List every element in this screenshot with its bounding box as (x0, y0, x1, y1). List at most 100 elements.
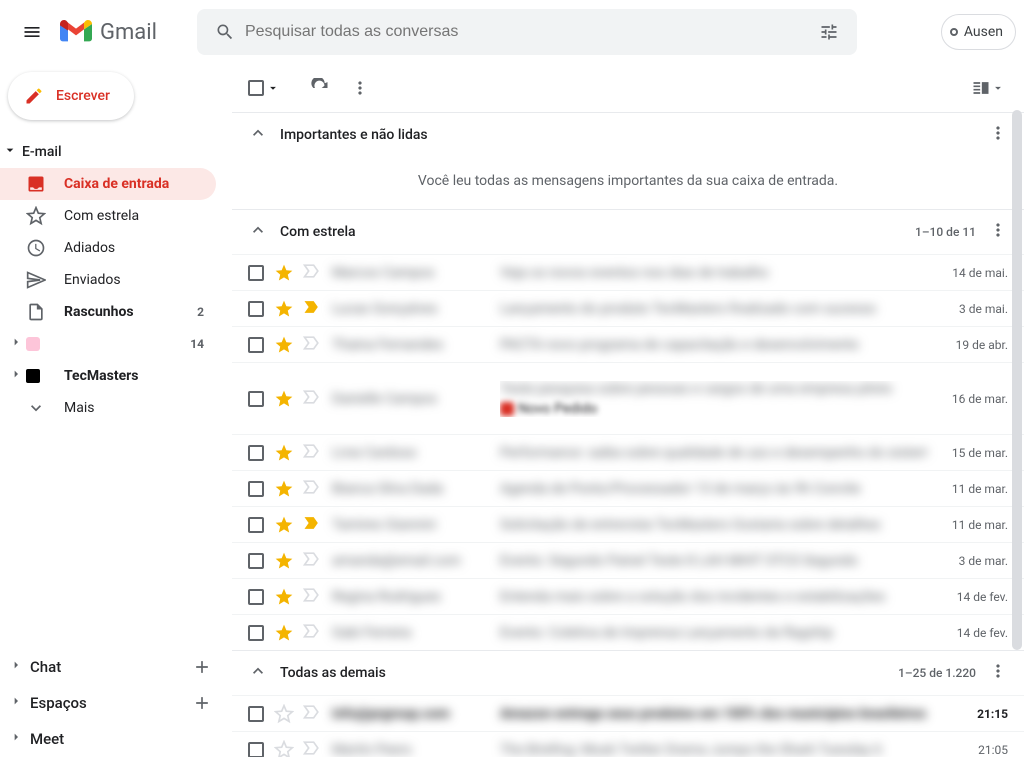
email-row[interactable]: Gabi Ferreira Evento: Coletiva de Impren… (232, 614, 1024, 650)
star-button[interactable] (274, 704, 294, 724)
row-checkbox[interactable] (248, 517, 264, 533)
row-checkbox[interactable] (248, 391, 264, 407)
important-marker[interactable] (302, 621, 320, 645)
nav-drafts[interactable]: Rascunhos 2 (0, 296, 216, 328)
row-checkbox[interactable] (248, 742, 264, 757)
important-marker[interactable] (302, 477, 320, 501)
select-all-checkbox[interactable] (248, 78, 280, 98)
nav-chat[interactable]: Chat (0, 649, 228, 685)
email-row[interactable]: Thaina Fernandes PACTA novo programa de … (232, 326, 1024, 362)
search-bar[interactable] (197, 9, 857, 55)
star-button[interactable] (274, 299, 294, 319)
important-marker[interactable] (302, 387, 320, 411)
section-collapse-button[interactable] (248, 661, 268, 685)
important-marker[interactable] (302, 333, 320, 357)
main-menu-button[interactable] (8, 8, 56, 56)
email-row[interactable]: info@prgroup.com Amazon entrega seus pro… (232, 695, 1024, 731)
row-checkbox[interactable] (248, 265, 264, 281)
nav-label-pink[interactable]: 14 (0, 328, 216, 360)
section-collapse-button[interactable] (248, 220, 268, 244)
section-more-button[interactable] (988, 220, 1008, 244)
row-checkbox[interactable] (248, 445, 264, 461)
send-icon (26, 270, 46, 290)
split-pane-button[interactable] (968, 68, 1008, 108)
gmail-logo-text: Gmail (100, 20, 157, 45)
search-icon[interactable] (205, 22, 245, 42)
section-more-button[interactable] (988, 123, 1008, 147)
star-button[interactable] (274, 443, 294, 463)
inbox-icon (26, 174, 46, 194)
star-button[interactable] (274, 551, 294, 571)
section-collapse-button[interactable] (248, 123, 268, 147)
dropdown-icon (991, 78, 1005, 98)
email-row[interactable]: Lucas Gonçalves Lançamento do produto Te… (232, 290, 1024, 326)
important-marker[interactable] (302, 738, 320, 757)
nav-more[interactable]: Mais (0, 392, 216, 424)
sidebar: Escrever E-mail Caixa de entrada Com est… (0, 64, 228, 757)
email-date: 11 de mar. (928, 482, 1008, 496)
row-checkbox[interactable] (248, 301, 264, 317)
email-row[interactable]: Marcos Campos Veja os novos eventos nos … (232, 254, 1024, 290)
scrollbar-thumb[interactable] (1012, 110, 1022, 650)
section-more-button[interactable] (988, 661, 1008, 685)
email-row[interactable]: Danielle Campos Teste pesquisa sobre pes… (232, 362, 1024, 434)
gmail-logo[interactable]: Gmail (60, 20, 157, 45)
refresh-button[interactable] (300, 68, 340, 108)
row-checkbox[interactable] (248, 589, 264, 605)
star-button[interactable] (274, 623, 294, 643)
email-row[interactable]: Livia Cardoso Performance: saiba sobre q… (232, 434, 1024, 470)
chevron-down-icon (2, 142, 18, 158)
important-marker[interactable] (302, 585, 320, 609)
email-sender: Tamires Giannini (332, 517, 500, 533)
email-sender: Regina Rodrigues (332, 589, 500, 605)
pencil-icon (24, 86, 44, 106)
row-checkbox[interactable] (248, 625, 264, 641)
nav-snoozed[interactable]: Adiados (0, 232, 216, 264)
important-marker[interactable] (302, 441, 320, 465)
more-button[interactable] (340, 68, 380, 108)
important-marker[interactable] (302, 549, 320, 573)
star-button[interactable] (274, 263, 294, 283)
important-marker[interactable] (302, 513, 320, 537)
status-button[interactable]: Ausen (941, 14, 1016, 50)
star-button[interactable] (274, 515, 294, 535)
star-button[interactable] (274, 740, 294, 757)
email-row[interactable]: amanda@email.com Evento: Segundo Painel … (232, 542, 1024, 578)
row-checkbox[interactable] (248, 337, 264, 353)
search-options-button[interactable] (809, 22, 849, 42)
email-row[interactable]: Regina Rodrigues Entenda mais sobre a so… (232, 578, 1024, 614)
star-button[interactable] (274, 335, 294, 355)
chat-add-button[interactable] (188, 653, 216, 681)
refresh-icon (310, 78, 330, 98)
email-row[interactable]: Bianca Silva Dada Agenda de Ponto/Proces… (232, 470, 1024, 506)
star-button[interactable] (274, 479, 294, 499)
email-subject: Lançamento do produto TecMasters finaliz… (500, 301, 928, 317)
section-empty-message: Você leu todas as mensagens importantes … (232, 157, 1024, 209)
nav-section-email[interactable]: E-mail (0, 136, 228, 168)
important-marker[interactable] (302, 702, 320, 726)
compose-button[interactable]: Escrever (8, 72, 134, 120)
label-color-icon (26, 337, 40, 351)
nav-espacos[interactable]: Espaços (0, 685, 228, 721)
row-checkbox[interactable] (248, 553, 264, 569)
nav-meet[interactable]: Meet (0, 721, 228, 757)
nav-sent[interactable]: Enviados (0, 264, 216, 296)
nav-inbox[interactable]: Caixa de entrada (0, 168, 216, 200)
chevron-right-icon (8, 693, 24, 709)
nav-label-tecmasters[interactable]: TecMasters (0, 360, 216, 392)
section-title: Todas as demais (280, 665, 386, 681)
attachment-chip[interactable]: Novo Pedido (500, 401, 597, 417)
email-row[interactable]: Tamires Giannini Solicitação de entrevis… (232, 506, 1024, 542)
row-checkbox[interactable] (248, 706, 264, 722)
scrollbar[interactable] (1010, 110, 1024, 656)
email-date: 14 de fev. (928, 590, 1008, 604)
row-checkbox[interactable] (248, 481, 264, 497)
email-row[interactable]: Martin Peers The Briefing: Musk Twitter … (232, 731, 1024, 757)
espacos-add-button[interactable] (188, 689, 216, 717)
important-marker[interactable] (302, 297, 320, 321)
nav-starred[interactable]: Com estrela (0, 200, 216, 232)
star-button[interactable] (274, 389, 294, 409)
search-input[interactable] (245, 23, 809, 41)
star-button[interactable] (274, 587, 294, 607)
important-marker[interactable] (302, 261, 320, 285)
